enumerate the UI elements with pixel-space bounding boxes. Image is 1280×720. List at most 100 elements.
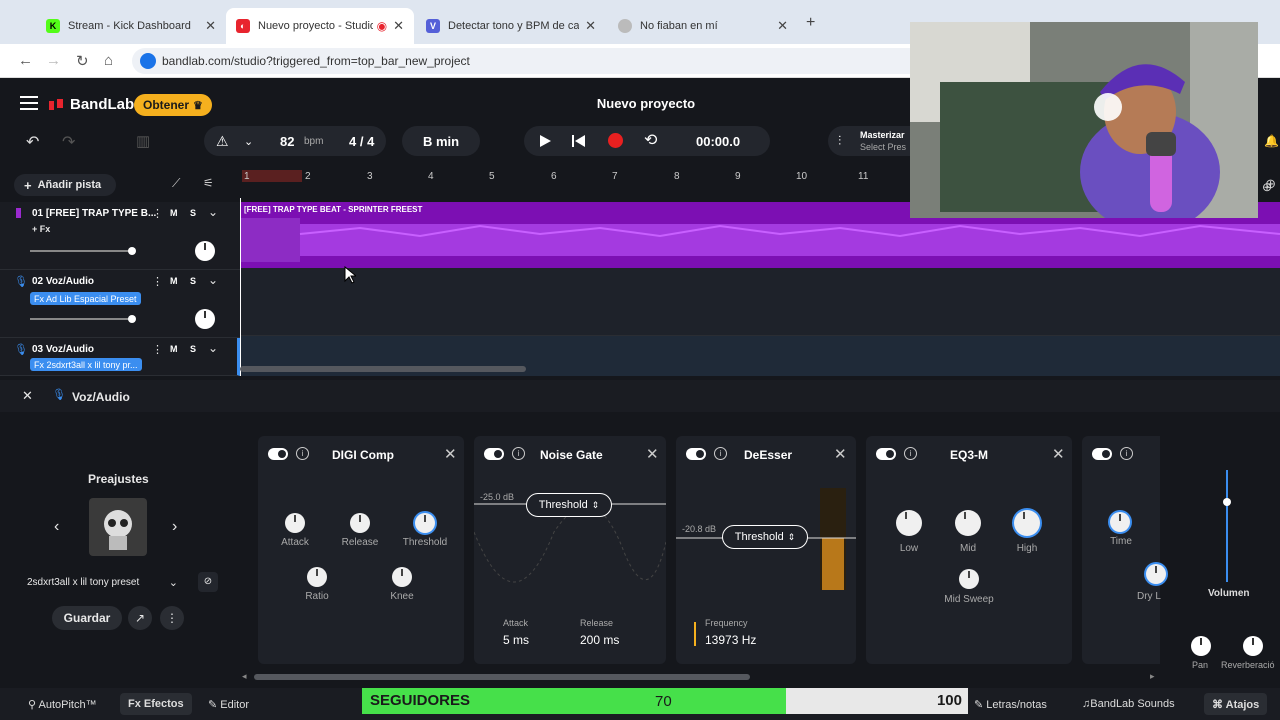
record-button[interactable] bbox=[608, 133, 623, 148]
preset-dropdown[interactable]: 2sdxrt3all x lil tony preset ⌄ bbox=[20, 570, 188, 594]
save-preset-button[interactable]: Guardar bbox=[52, 606, 122, 630]
frequency-value[interactable]: 13973 Hz bbox=[705, 633, 756, 647]
scroll-left-icon[interactable]: ◂ bbox=[242, 671, 247, 682]
mute-button[interactable]: M bbox=[170, 276, 178, 286]
playhead[interactable] bbox=[240, 198, 241, 376]
track-settings-icon[interactable]: ⚟ bbox=[203, 176, 214, 190]
knee-knob[interactable] bbox=[392, 567, 412, 587]
track-row-3[interactable]: 🎙 03 Voz/Audio ⋮ M S ⌄ Fx 2sdxrt3all x l… bbox=[0, 338, 240, 376]
mixer-icon[interactable]: ▥ bbox=[136, 132, 150, 150]
volume-slider[interactable] bbox=[30, 247, 136, 255]
track-lanes[interactable]: [FREE] TRAP TYPE BEAT - SPRINTER FREEST bbox=[240, 198, 1280, 376]
url-field[interactable]: bandlab.com/studio?triggered_from=top_ba… bbox=[132, 48, 922, 74]
tab-no-fiaban[interactable]: No fiaban en mí ✕ bbox=[608, 8, 798, 44]
menu-icon[interactable] bbox=[20, 96, 38, 110]
shortcuts-tab[interactable]: ⌘ Atajos bbox=[1204, 693, 1268, 715]
fx-preset-tag[interactable]: Fx Ad Lib Espacial Preset bbox=[30, 292, 141, 305]
project-title[interactable]: Nuevo proyecto bbox=[540, 96, 752, 111]
lane-2[interactable] bbox=[240, 268, 1280, 336]
notifications-icon[interactable]: 🔔 bbox=[1264, 134, 1279, 148]
close-icon[interactable]: ✕ bbox=[1052, 445, 1065, 463]
track-menu-icon[interactable]: ⋮ bbox=[152, 275, 163, 288]
loop-region[interactable] bbox=[242, 170, 302, 182]
close-icon[interactable]: ✕ bbox=[444, 445, 457, 463]
mid-sweep-knob[interactable] bbox=[959, 569, 979, 589]
release-knob[interactable] bbox=[350, 513, 370, 533]
key-selector[interactable]: B min bbox=[402, 126, 480, 156]
bandlab-sounds-tab[interactable]: ♫BandLab Sounds bbox=[1082, 698, 1175, 710]
mute-button[interactable]: M bbox=[170, 344, 178, 354]
tab-kick-dashboard[interactable]: K Stream - Kick Dashboard ✕ bbox=[36, 8, 226, 44]
effect-toggle[interactable] bbox=[1092, 448, 1112, 460]
redo-icon[interactable]: ↷ bbox=[62, 132, 75, 152]
solo-button[interactable]: S bbox=[190, 276, 196, 286]
gate-threshold-control[interactable]: Threshold ⇕ bbox=[526, 493, 612, 517]
attack-knob[interactable] bbox=[285, 513, 305, 533]
add-track-button[interactable]: + Añadir pista bbox=[14, 174, 116, 196]
new-tab-icon[interactable]: + bbox=[806, 14, 815, 32]
editor-tab[interactable]: ✎ Editor bbox=[208, 698, 249, 711]
chevron-down-icon[interactable]: ⌄ bbox=[244, 135, 253, 148]
rewind-icon[interactable] bbox=[572, 135, 586, 147]
pan-knob[interactable] bbox=[195, 309, 215, 329]
effect-toggle[interactable] bbox=[876, 448, 896, 460]
solo-button[interactable]: S bbox=[190, 208, 196, 218]
pan-knob[interactable] bbox=[195, 241, 215, 261]
mute-button[interactable]: M bbox=[170, 208, 178, 218]
effects-tab[interactable]: Fx Efectos bbox=[120, 693, 192, 715]
close-icon[interactable]: ✕ bbox=[205, 18, 216, 34]
chevron-down-icon[interactable]: ⌄ bbox=[208, 273, 218, 287]
autopitch-tab[interactable]: ⚲ AutoPitch™ bbox=[28, 698, 97, 711]
attack-value[interactable]: 5 ms bbox=[503, 633, 529, 647]
info-icon[interactable]: i bbox=[512, 447, 525, 460]
volume-fader-track[interactable] bbox=[1226, 470, 1228, 582]
deesser-threshold-control[interactable]: Threshold ⇕ bbox=[722, 525, 808, 549]
info-icon[interactable]: i bbox=[296, 447, 309, 460]
pan-knob[interactable] bbox=[1191, 636, 1211, 656]
mid-knob[interactable] bbox=[955, 510, 981, 536]
close-icon[interactable]: ✕ bbox=[393, 18, 404, 34]
loop-icon[interactable]: ⟲ bbox=[644, 130, 657, 150]
track-row-1[interactable]: 01 [FREE] TRAP TYPE B... ⋮ M S ⌄ + Fx bbox=[0, 202, 240, 270]
ratio-knob[interactable] bbox=[307, 567, 327, 587]
lyrics-tab[interactable]: ✎ Letras/notas bbox=[974, 698, 1047, 711]
forward-icon[interactable]: → bbox=[46, 52, 61, 69]
chevron-right-icon[interactable]: › bbox=[172, 518, 177, 536]
bandlab-logo[interactable]: BandLab bbox=[48, 96, 134, 113]
info-icon[interactable]: i bbox=[904, 447, 917, 460]
volume-fader-handle[interactable] bbox=[1223, 498, 1231, 506]
fx-preset-tag[interactable]: Fx 2sdxrt3all x lil tony pr... bbox=[30, 358, 142, 371]
horizontal-scrollbar[interactable] bbox=[240, 366, 526, 372]
add-fx-button[interactable]: + Fx bbox=[32, 224, 50, 234]
effect-toggle[interactable] bbox=[686, 448, 706, 460]
site-info-icon[interactable] bbox=[140, 53, 156, 69]
metronome-icon[interactable]: ⚠ bbox=[216, 133, 229, 150]
effects-scrollbar[interactable] bbox=[254, 674, 750, 680]
chevron-down-icon[interactable]: ⌄ bbox=[208, 341, 218, 355]
close-icon[interactable]: ✕ bbox=[646, 445, 659, 463]
volume-slider[interactable] bbox=[30, 315, 136, 323]
scroll-right-icon[interactable]: ▸ bbox=[1150, 671, 1155, 682]
close-icon[interactable]: ✕ bbox=[777, 18, 788, 34]
more-icon[interactable]: ⋮ bbox=[160, 606, 184, 630]
mastering-button[interactable]: ⫶ Masterizar Select Pres bbox=[828, 126, 910, 156]
home-icon[interactable]: ⌂ bbox=[104, 52, 113, 69]
reload-icon[interactable]: ↻ bbox=[76, 52, 89, 70]
back-icon[interactable]: ← bbox=[18, 52, 33, 69]
track-menu-icon[interactable]: ⋮ bbox=[152, 207, 163, 220]
share-icon[interactable]: ↗ bbox=[128, 606, 152, 630]
reverb-knob[interactable] bbox=[1243, 636, 1263, 656]
tab-bandlab-studio[interactable]: ◐ Nuevo proyecto - Studio ◉ ✕ bbox=[226, 8, 414, 44]
dry-knob[interactable] bbox=[1146, 564, 1166, 584]
chevron-down-icon[interactable]: ⌄ bbox=[208, 205, 218, 219]
high-knob[interactable] bbox=[1014, 510, 1040, 536]
track-row-2[interactable]: 🎙 02 Voz/Audio ⋮ M S ⌄ Fx Ad Lib Espacia… bbox=[0, 270, 240, 338]
info-icon[interactable]: i bbox=[714, 447, 727, 460]
release-value[interactable]: 200 ms bbox=[580, 633, 619, 647]
track-name[interactable]: 03 Voz/Audio bbox=[32, 344, 94, 355]
track-name[interactable]: 02 Voz/Audio bbox=[32, 276, 94, 287]
bypass-fx-icon[interactable]: ⊘ bbox=[198, 572, 218, 592]
close-icon[interactable]: ✕ bbox=[834, 445, 847, 463]
close-icon[interactable]: ✕ bbox=[585, 18, 596, 34]
solo-button[interactable]: S bbox=[190, 344, 196, 354]
